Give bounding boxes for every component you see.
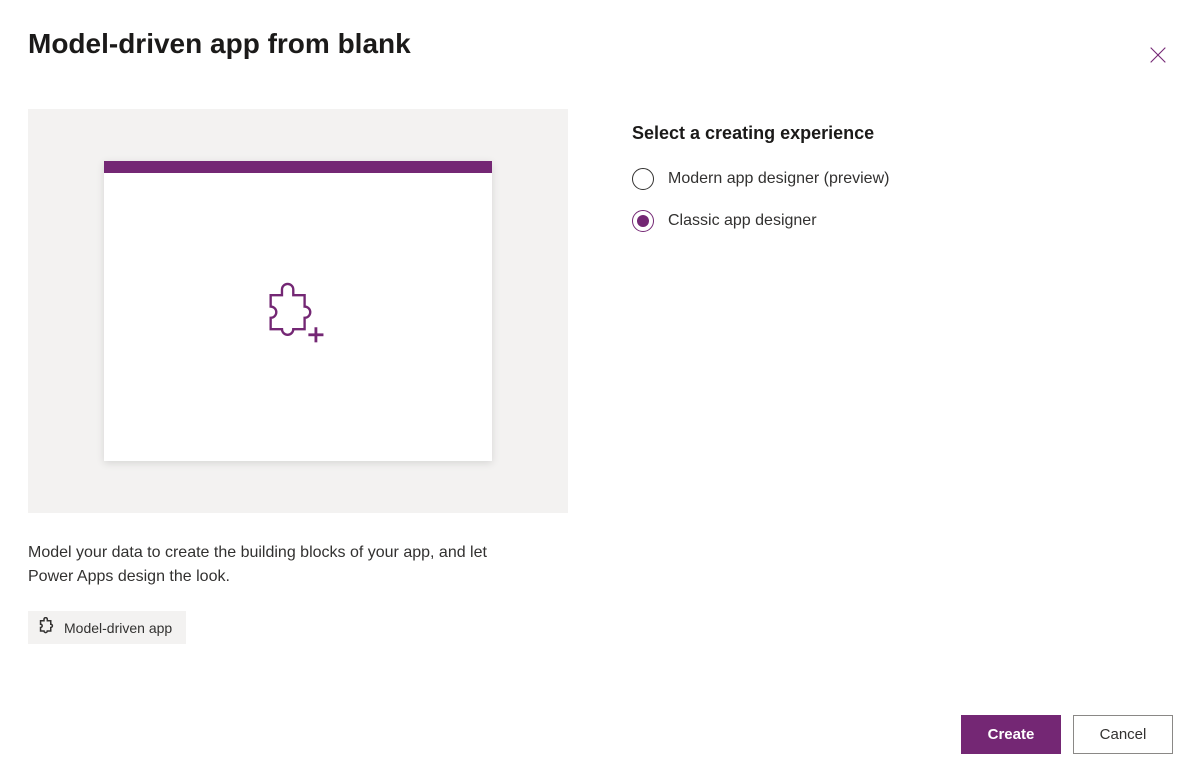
radio-icon (632, 210, 654, 232)
puzzle-icon (38, 617, 56, 638)
dialog-title: Model-driven app from blank (28, 28, 411, 60)
puzzle-plus-icon (261, 282, 335, 353)
close-icon (1147, 54, 1169, 69)
radio-label-classic: Classic app designer (668, 212, 817, 230)
experience-section-title: Select a creating experience (632, 123, 1173, 144)
radio-dot-icon (637, 215, 649, 227)
app-description: Model your data to create the building b… (28, 541, 508, 589)
radio-label-modern: Modern app designer (preview) (668, 170, 889, 188)
cancel-button[interactable]: Cancel (1073, 715, 1173, 754)
experience-radio-group: Modern app designer (preview) Classic ap… (632, 168, 1173, 232)
app-mock-window (104, 161, 492, 461)
close-button[interactable] (1143, 40, 1173, 73)
app-type-tag: Model-driven app (28, 611, 186, 644)
app-mock-titlebar (104, 161, 492, 173)
app-mock-body (104, 173, 492, 461)
radio-option-classic[interactable]: Classic app designer (632, 210, 1173, 232)
create-button[interactable]: Create (961, 715, 1061, 754)
radio-icon (632, 168, 654, 190)
app-preview (28, 109, 568, 513)
radio-option-modern[interactable]: Modern app designer (preview) (632, 168, 1173, 190)
app-type-tag-label: Model-driven app (64, 620, 172, 636)
